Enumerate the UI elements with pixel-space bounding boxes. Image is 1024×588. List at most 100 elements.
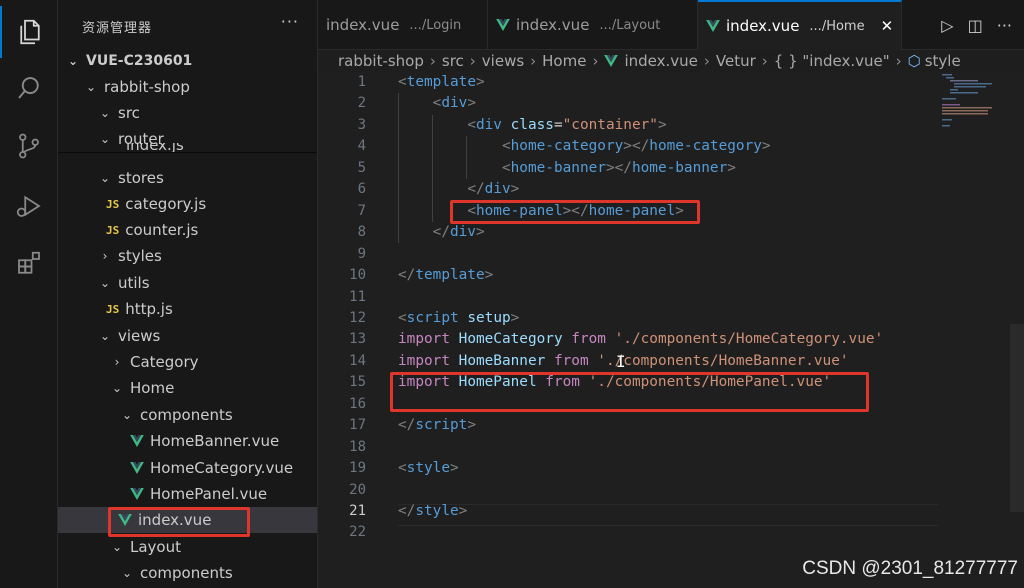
code-token: home-banner	[631, 159, 728, 176]
chevron-down-icon: ⌄	[99, 106, 111, 120]
chevron-down-icon: ⌄	[99, 132, 111, 146]
chevron-down-icon: ⌄	[111, 540, 123, 554]
breadcrumb-item[interactable]: index.vue	[624, 52, 697, 70]
code-line: </style>	[398, 501, 467, 522]
code-editor[interactable]: 1 <template> 2 <div> 3 <div class="containe…	[318, 72, 1024, 588]
breadcrumb-item[interactable]: rabbit-shop	[338, 52, 424, 70]
code-token: <	[501, 138, 511, 155]
tab-path: .../Home	[809, 18, 865, 34]
code-token: import	[398, 352, 459, 369]
breadcrumb-item[interactable]: views	[482, 52, 524, 70]
tree-item-stores[interactable]: ⌄ stores	[58, 165, 317, 191]
breadcrumb-item[interactable]: style	[925, 52, 961, 70]
tree-item-label: category.js	[125, 195, 207, 213]
chevron-down-icon: ⌄	[99, 171, 111, 185]
explorer-sidebar: 资源管理器 ··· index.js ⌄ VUE-C230601 ⌄ rabbit-s…	[58, 0, 318, 588]
tab-login-index[interactable]: index.vue .../Login	[318, 0, 488, 50]
explorer-title: 资源管理器	[82, 21, 153, 36]
code-token: from	[571, 331, 615, 348]
tab-home-index[interactable]: index.vue .../Home ✕	[698, 0, 902, 50]
code-line: </div>	[398, 222, 485, 243]
tree-item-category[interactable]: › Category	[58, 349, 317, 375]
more-icon[interactable]: ···	[997, 16, 1012, 35]
line-number: 14	[349, 352, 366, 369]
breadcrumb-item[interactable]: { } "index.vue"	[774, 52, 890, 70]
line-number: 16	[349, 395, 366, 412]
tab-path: .../Login	[409, 17, 462, 33]
split-editor-icon[interactable]: ◫	[968, 16, 983, 35]
tree-item-label: styles	[118, 247, 162, 265]
tree-item-homecategory-vue[interactable]: HomeCategory.vue	[58, 455, 317, 481]
editor-scrollbar[interactable]	[1010, 324, 1024, 512]
vue-file-icon	[130, 435, 144, 447]
breadcrumb: rabbit-shop › src › views › Home › index.vue…	[338, 52, 961, 70]
run-debug-icon[interactable]	[0, 180, 58, 232]
code-token: div	[475, 116, 511, 133]
chevron-down-icon: ⌄	[99, 329, 111, 343]
line-number: 22	[349, 524, 366, 541]
tree-item-homebanner-vue[interactable]: HomeBanner.vue	[58, 428, 317, 454]
js-file-icon: JS	[106, 197, 120, 211]
tree-item-label: Layout	[130, 538, 181, 556]
tree-item-utils[interactable]: ⌄ utils	[58, 270, 317, 296]
code-token: >	[467, 417, 476, 434]
tree-item-src[interactable]: ⌄ src	[58, 100, 317, 126]
tree-item-category-js[interactable]: JS category.js	[58, 191, 317, 217]
chevron-down-icon: ⌄	[121, 566, 133, 580]
tree-item-router[interactable]: ⌄ router	[58, 126, 317, 152]
editor-tabs: index.vue .../Login index.vue .../Layout…	[318, 0, 1024, 50]
tree-item-vue-c230601[interactable]: ⌄ VUE-C230601	[58, 48, 317, 74]
tree-item-label: stores	[118, 169, 164, 187]
code-token: >	[450, 460, 459, 477]
source-control-icon[interactable]	[0, 120, 58, 172]
tree-item-layout[interactable]: ⌄ Layout	[58, 534, 317, 560]
code-line: <template>	[398, 72, 485, 93]
more-actions-icon[interactable]: ···	[281, 12, 299, 31]
code-token: setup	[467, 309, 511, 326]
tree-item-home[interactable]: ⌄ Home	[58, 375, 317, 401]
code-line: <div>	[398, 93, 476, 114]
code-token: HomeCategory	[458, 331, 572, 348]
js-file-icon: JS	[106, 223, 120, 237]
tree-item-components[interactable]: ⌄ components	[58, 402, 317, 428]
breadcrumb-item[interactable]: Vetur	[716, 52, 756, 70]
tree-item-http-js[interactable]: JS http.js	[58, 296, 317, 322]
tree-item-views[interactable]: ⌄ views	[58, 323, 317, 349]
chevron-down-icon: ⌄	[121, 408, 133, 422]
code-line: <home-banner></home-banner>	[398, 158, 736, 179]
code-token: from	[553, 352, 598, 369]
close-tab-icon[interactable]: ✕	[881, 17, 894, 35]
line-number: 18	[349, 438, 366, 455]
code-token: './components/HomeBanner.vue'	[597, 352, 849, 369]
code-token: template	[406, 74, 476, 90]
breadcrumb-item[interactable]: src	[442, 52, 464, 70]
chevron-down-icon: ⌄	[67, 54, 79, 68]
extensions-icon[interactable]	[0, 238, 58, 290]
tree-item-counter-js[interactable]: JS counter.js	[58, 217, 317, 243]
tree-item-styles[interactable]: › styles	[58, 243, 317, 269]
tree-item-components[interactable]: ⌄ components	[58, 560, 317, 586]
code-token: HomeBanner	[458, 352, 554, 369]
code-token: >	[510, 309, 520, 326]
code-token: >	[510, 181, 520, 198]
breadcrumb-item[interactable]: Home	[542, 52, 586, 70]
line-number: 19	[349, 460, 366, 477]
tab-layout-index[interactable]: index.vue .../Layout	[488, 0, 698, 50]
vue-file-icon	[604, 55, 619, 67]
tab-path: .../Layout	[599, 17, 661, 33]
tree-item-homepanel-vue[interactable]: HomePanel.vue	[58, 481, 317, 507]
tree-item-rabbit-shop[interactable]: ⌄ rabbit-shop	[58, 74, 317, 100]
files-icon[interactable]	[0, 6, 58, 58]
tree-item-label: router	[118, 130, 164, 148]
code-token: </	[398, 267, 416, 284]
search-icon[interactable]	[0, 62, 58, 114]
code-token: ></	[605, 159, 632, 176]
code-token: >	[467, 95, 476, 112]
run-icon[interactable]: ▷	[941, 16, 953, 35]
vue-file-icon	[496, 19, 510, 31]
mouse-cursor-icon: I	[616, 352, 626, 371]
tab-label: index.vue	[726, 17, 800, 35]
